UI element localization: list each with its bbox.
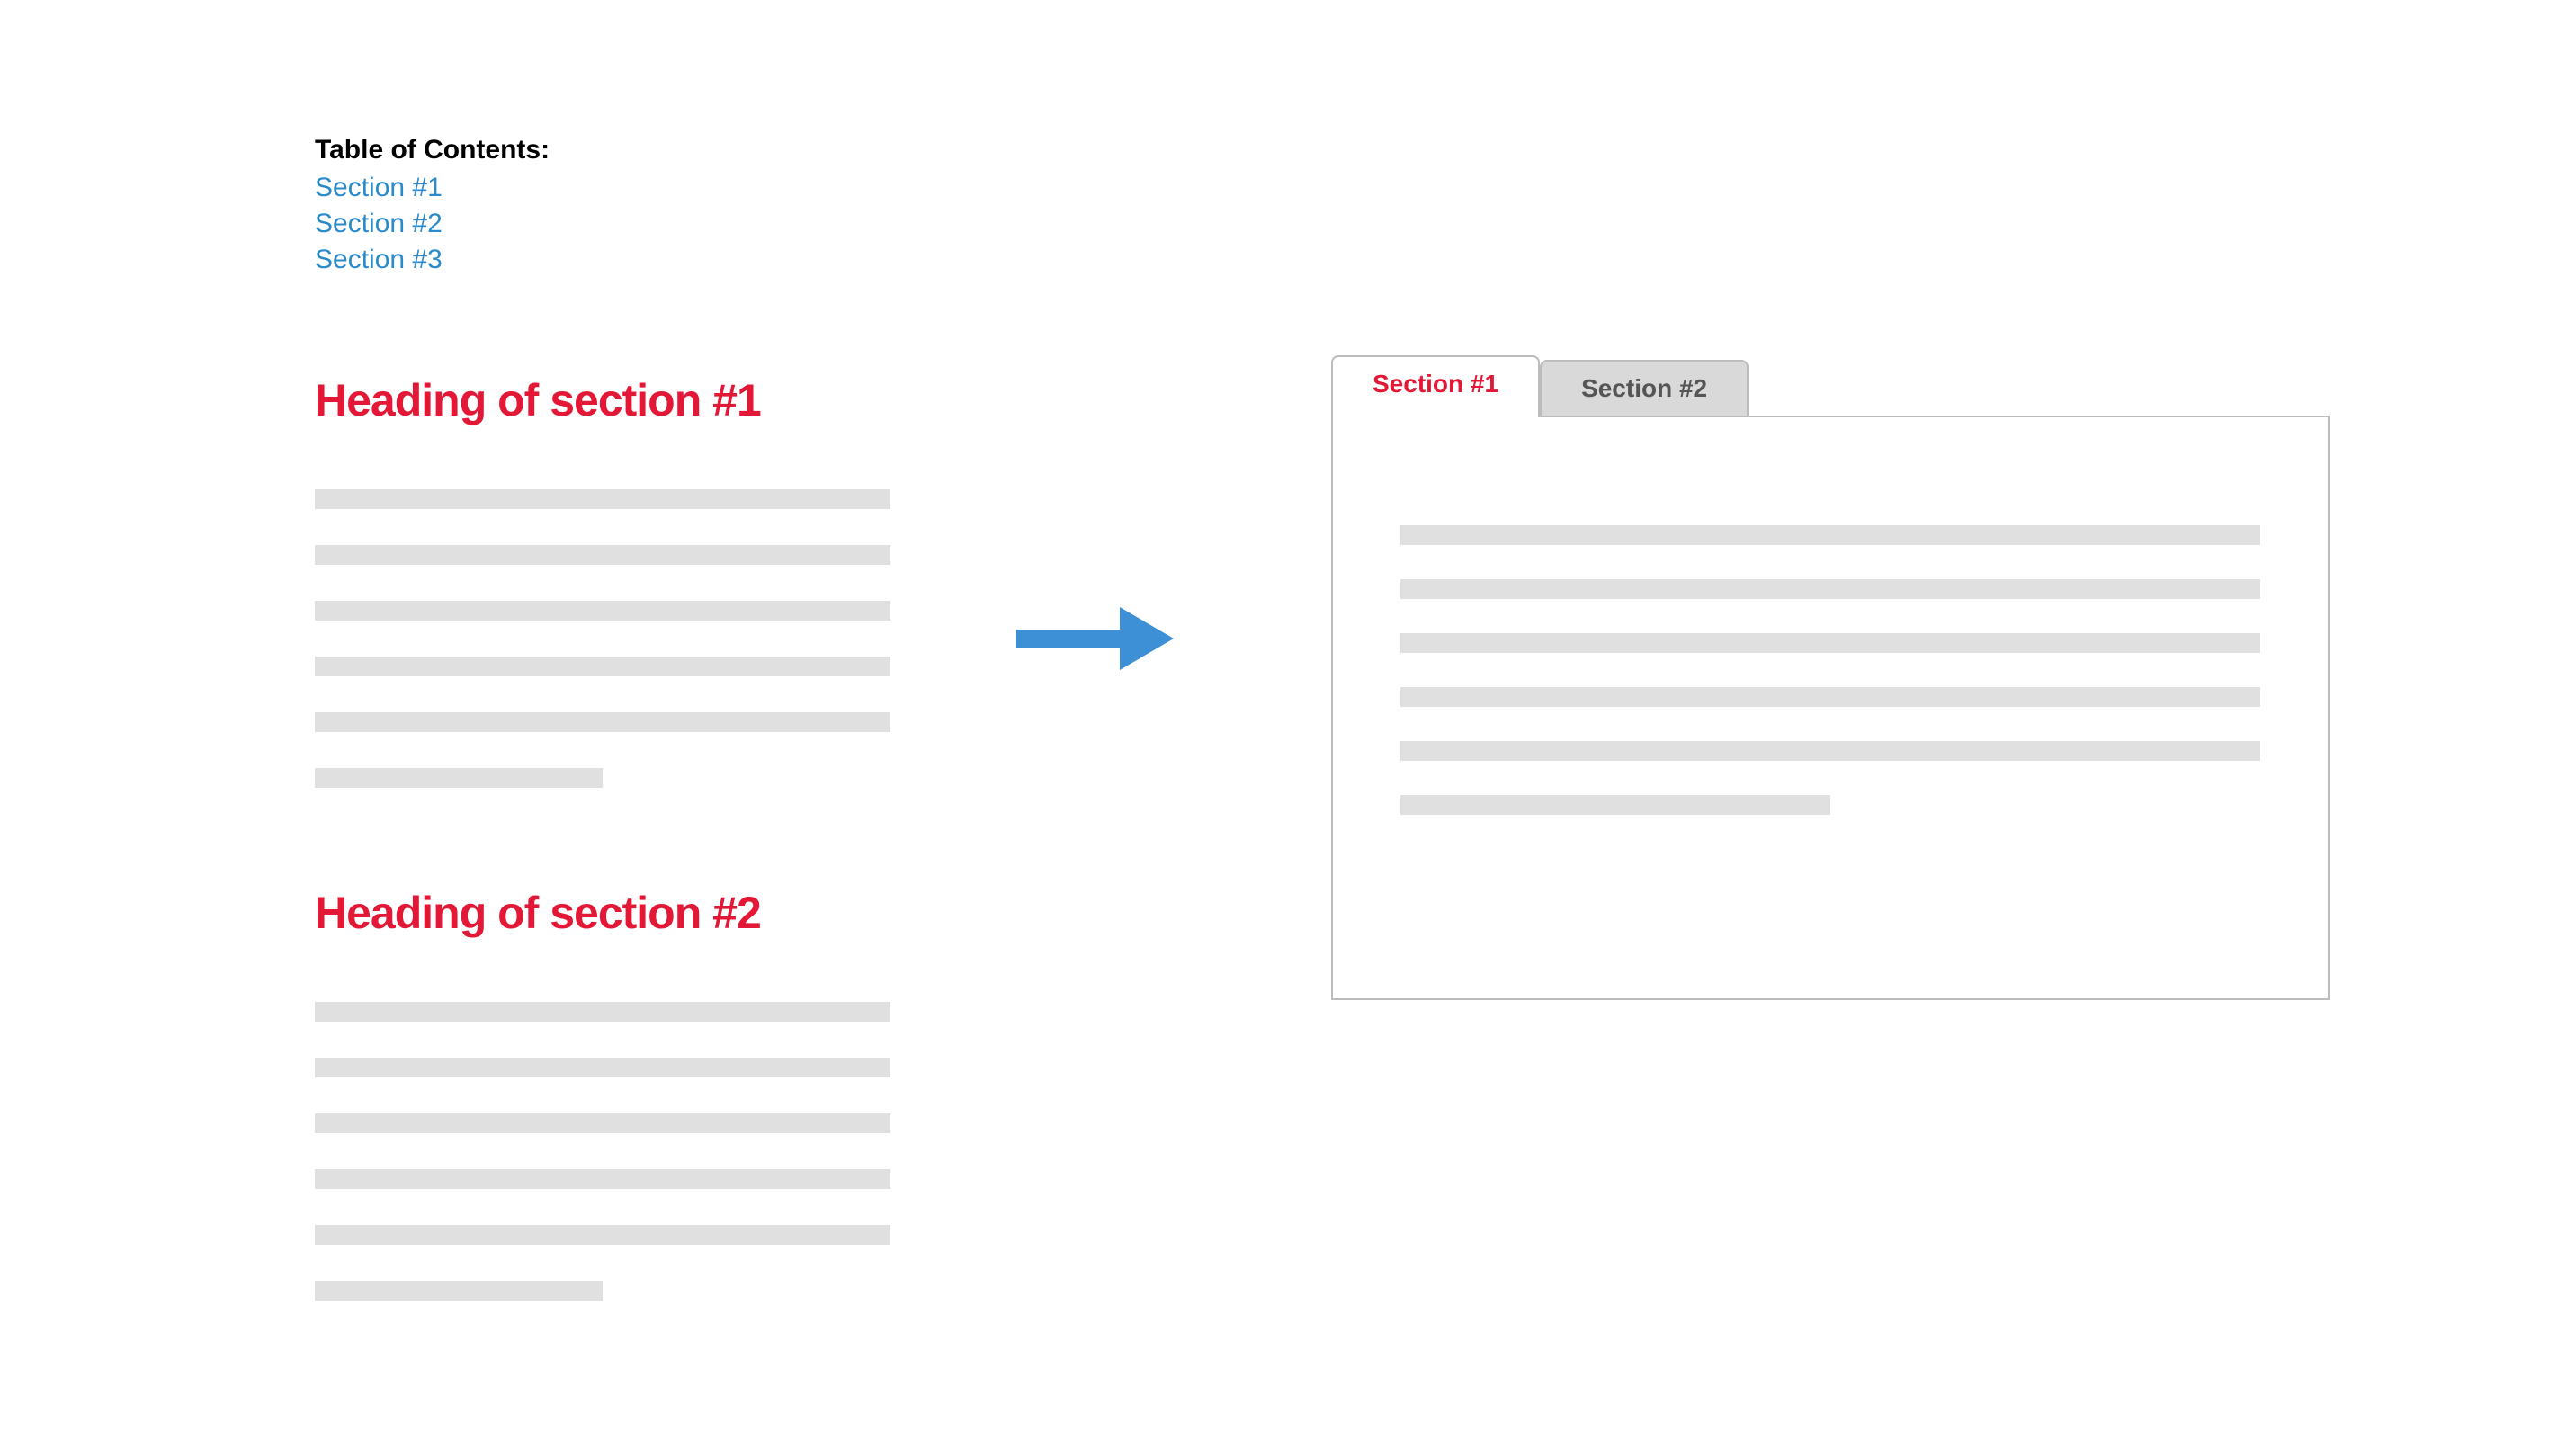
arrow-icon — [1016, 603, 1178, 675]
toc-link-section-2[interactable]: Section #2 — [315, 209, 890, 239]
content-placeholder — [315, 489, 890, 509]
content-placeholder — [315, 1281, 603, 1301]
content-placeholder — [315, 545, 890, 565]
content-placeholder — [315, 657, 890, 676]
toc-link-section-3[interactable]: Section #3 — [315, 245, 890, 275]
content-placeholder — [315, 1113, 890, 1133]
content-placeholder — [1400, 525, 2260, 545]
toc-link-section-1[interactable]: Section #1 — [315, 173, 890, 203]
content-placeholder — [315, 1058, 890, 1077]
tabbed-view: Section #1 Section #2 — [1331, 355, 2330, 1000]
tab-section-2[interactable]: Section #2 — [1540, 360, 1749, 416]
content-placeholder — [315, 1002, 890, 1022]
content-placeholder — [1400, 741, 2260, 761]
content-placeholder — [315, 601, 890, 621]
content-placeholder — [315, 1225, 890, 1245]
content-placeholder — [1400, 633, 2260, 653]
toc-title: Table of Contents: — [315, 135, 890, 165]
content-placeholder — [315, 712, 890, 732]
section-2-heading: Heading of section #2 — [315, 887, 890, 939]
section-1: Heading of section #1 — [315, 374, 890, 788]
content-placeholder — [1400, 579, 2260, 599]
section-2: Heading of section #2 — [315, 887, 890, 1301]
content-placeholder — [315, 1169, 890, 1189]
document-view: Table of Contents: Section #1 Section #2… — [315, 135, 890, 1336]
content-placeholder — [1400, 795, 1830, 815]
tab-section-1[interactable]: Section #1 — [1331, 355, 1540, 417]
section-1-heading: Heading of section #1 — [315, 374, 890, 426]
tabs-row: Section #1 Section #2 — [1331, 355, 2330, 416]
tab-panel — [1331, 416, 2330, 1000]
content-placeholder — [1400, 687, 2260, 707]
table-of-contents: Table of Contents: Section #1 Section #2… — [315, 135, 890, 275]
content-placeholder — [315, 768, 603, 788]
